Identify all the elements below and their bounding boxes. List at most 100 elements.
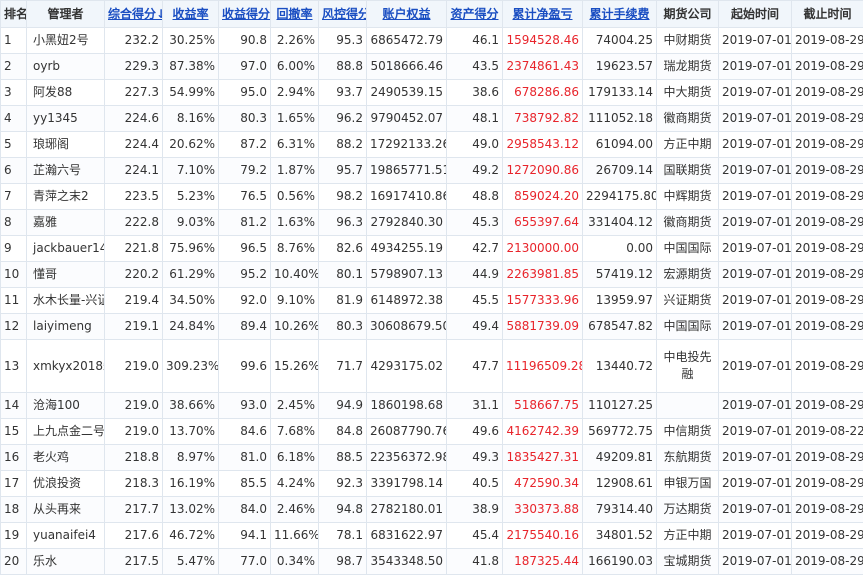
drawdown-rate: 0.34% (270, 548, 319, 575)
manager-name[interactable]: 懂哥 (26, 261, 105, 288)
manager-name[interactable]: oyrb (26, 53, 105, 80)
account-equity: 30608679.50 (366, 313, 447, 340)
manager-name[interactable]: 青萍之末2 (26, 183, 105, 210)
futures-company: 中辉期货 (656, 183, 719, 210)
risk-score: 81.9 (318, 287, 367, 314)
table-row: 16 老火鸡 218.8 8.97% 81.0 6.18% 88.5 22356372.98 4… (0, 444, 863, 471)
return-rate: 5.23% (162, 183, 219, 210)
return-score: 85.5 (218, 470, 271, 497)
manager-name[interactable]: 从头再来 (26, 496, 105, 523)
return-rate: 8.97% (162, 444, 219, 471)
futures-company-text: 中电投先融 (663, 350, 712, 381)
futures-company: 宝城期货 (656, 548, 719, 575)
cumulative-fees: 331404.12 (582, 209, 657, 236)
return-rate: 30.25% (162, 27, 219, 54)
risk-score: 96.3 (318, 209, 367, 236)
start-date: 2019-07-01 (718, 444, 792, 471)
manager-name[interactable]: 嘉雅 (26, 209, 105, 236)
manager-name[interactable]: 沧海100 (26, 392, 105, 419)
risk-score: 94.8 (318, 496, 367, 523)
return-score: 79.2 (218, 157, 271, 184)
table-row: 17 优浪投资 218.3 16.19% 85.5 4.24% 92.3 3391798.14… (0, 470, 863, 497)
drawdown-rate: 2.94% (270, 79, 319, 106)
cumulative-fees: 26709.14 (582, 157, 657, 184)
composite-score: 219.0 (104, 339, 163, 393)
end-date: 2019-08-29 (791, 548, 863, 575)
table-row: 11 水木长量-兴证 219.4 34.50% 92.0 9.10% 81.9 6148972… (0, 287, 863, 314)
col-risk-score-sort[interactable]: 风控得分 (318, 0, 367, 28)
start-date: 2019-07-01 (718, 53, 792, 80)
futures-company: 中国国际 (656, 235, 719, 262)
risk-score: 84.8 (318, 418, 367, 445)
rank-cell: 2 (0, 53, 27, 80)
drawdown-rate: 8.76% (270, 235, 319, 262)
manager-name[interactable]: xmkyx2018刹 (26, 339, 105, 393)
return-rate: 13.70% (162, 418, 219, 445)
end-date: 2019-08-29 (791, 470, 863, 497)
asset-score: 44.9 (446, 261, 503, 288)
composite-score: 219.0 (104, 418, 163, 445)
return-rate: 34.50% (162, 287, 219, 314)
manager-name[interactable]: 水木长量-兴证 (26, 287, 105, 314)
asset-score: 48.8 (446, 183, 503, 210)
asset-score: 49.6 (446, 418, 503, 445)
col-asset-score-sort[interactable]: 资产得分 (446, 0, 503, 28)
col-return-rate-sort[interactable]: 收益率 (162, 0, 219, 28)
composite-score: 224.6 (104, 105, 163, 132)
col-composite-score-sort[interactable]: 综合得分↓ (104, 0, 163, 28)
manager-name[interactable]: 芷瀚六号 (26, 157, 105, 184)
end-date: 2019-08-29 (791, 496, 863, 523)
col-return-score-sort[interactable]: 收益得分 (218, 0, 271, 28)
manager-name[interactable]: yuanaifei4 (26, 522, 105, 549)
manager-name[interactable]: 琅琊阁 (26, 131, 105, 158)
table-row: 14 沧海100 219.0 38.66% 93.0 2.45% 94.9 1860198.6… (0, 392, 863, 419)
drawdown-rate: 2.45% (270, 392, 319, 419)
col-start-date: 起始时间 (718, 0, 792, 28)
table-row: 6 芷瀚六号 224.1 7.10% 79.2 1.87% 95.7 19865771.51 4… (0, 157, 863, 184)
manager-name[interactable]: 老火鸡 (26, 444, 105, 471)
account-equity: 2490539.15 (366, 79, 447, 106)
end-date: 2019-08-29 (791, 105, 863, 132)
col-fees-sort[interactable]: 累计手续费 (582, 0, 657, 28)
manager-name[interactable]: 小黑妞2号 (26, 27, 105, 54)
composite-score: 224.1 (104, 157, 163, 184)
asset-score: 38.6 (446, 79, 503, 106)
composite-score: 219.1 (104, 313, 163, 340)
col-equity-sort[interactable]: 账户权益 (366, 0, 447, 28)
composite-score: 222.8 (104, 209, 163, 236)
account-equity: 2782180.01 (366, 496, 447, 523)
manager-name[interactable]: 优浪投资 (26, 470, 105, 497)
manager-name[interactable]: jackbauer14 (26, 235, 105, 262)
composite-score: 232.2 (104, 27, 163, 54)
manager-name[interactable]: yy1345 (26, 105, 105, 132)
manager-name[interactable]: 上九点金二号 (26, 418, 105, 445)
col-drawdown-sort[interactable]: 回撤率 (270, 0, 319, 28)
manager-name[interactable]: 阿发88 (26, 79, 105, 106)
account-equity: 26087790.76 (366, 418, 447, 445)
col-net-pnl-sort[interactable]: 累计净盈亏 (502, 0, 583, 28)
risk-score: 80.3 (318, 313, 367, 340)
drawdown-rate: 2.46% (270, 496, 319, 523)
drawdown-rate: 6.00% (270, 53, 319, 80)
risk-score: 94.9 (318, 392, 367, 419)
return-score: 87.2 (218, 131, 271, 158)
drawdown-rate: 6.31% (270, 131, 319, 158)
return-score: 99.6 (218, 339, 271, 393)
futures-company: 申银万国 (656, 470, 719, 497)
start-date: 2019-07-01 (718, 261, 792, 288)
account-equity: 6831622.97 (366, 522, 447, 549)
rank-cell: 4 (0, 105, 27, 132)
end-date: 2019-08-29 (791, 287, 863, 314)
asset-score: 49.2 (446, 157, 503, 184)
header-row: 排名 管理者 综合得分↓ 收益率 收益得分 回撤率 风控得分 账户权益 资产得分… (0, 0, 863, 28)
account-equity: 17292133.26 (366, 131, 447, 158)
start-date: 2019-07-01 (718, 131, 792, 158)
asset-score: 46.1 (446, 27, 503, 54)
rank-cell: 15 (0, 418, 27, 445)
return-score: 90.8 (218, 27, 271, 54)
rank-cell: 11 (0, 287, 27, 314)
drawdown-rate: 9.10% (270, 287, 319, 314)
cumulative-fees: 0.00 (582, 235, 657, 262)
manager-name[interactable]: laiyimeng (26, 313, 105, 340)
manager-name[interactable]: 乐水 (26, 548, 105, 575)
